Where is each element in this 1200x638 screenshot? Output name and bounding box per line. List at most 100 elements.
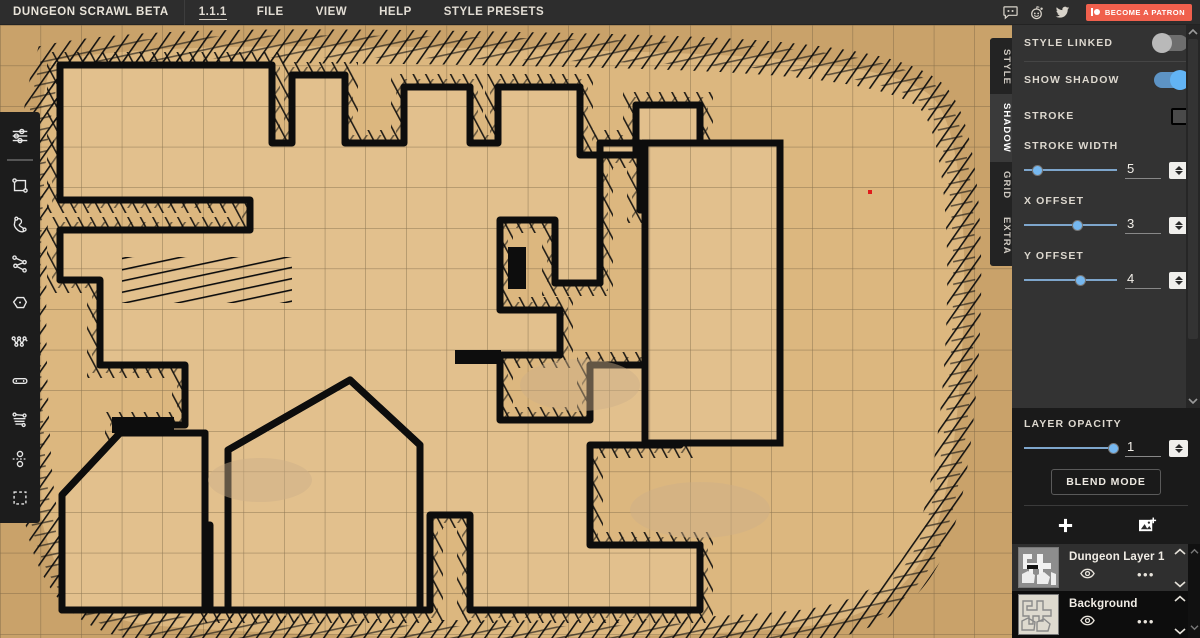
add-layer-button[interactable] (1052, 514, 1078, 536)
layer-name: Dungeon Layer 1 (1069, 551, 1165, 563)
discord-icon[interactable] (998, 0, 1024, 25)
stroke-width-value[interactable]: 5 (1125, 161, 1161, 179)
eye-icon (1080, 615, 1095, 626)
layers-scroll-up-arrow[interactable] (1188, 544, 1200, 558)
tool-rectangle[interactable] (3, 168, 37, 203)
tool-path[interactable] (3, 246, 37, 281)
menu-style-presets[interactable]: STYLE PRESETS (428, 0, 560, 25)
layer-opacity-section: LAYER OPACITY 1 BLEND MODE (1012, 408, 1200, 544)
layer-opacity-slider[interactable] (1024, 441, 1119, 455)
tab-grid[interactable]: GRID (990, 162, 1012, 209)
blob-icon (13, 216, 27, 232)
style-linked-row: STYLE LINKED (1024, 25, 1188, 61)
style-linked-label: STYLE LINKED (1024, 37, 1114, 49)
show-shadow-toggle[interactable] (1154, 70, 1190, 90)
layer-opacity-value[interactable]: 1 (1125, 439, 1161, 457)
stroke-width-slider[interactable] (1024, 163, 1117, 177)
layer-thumbnail (1018, 547, 1059, 588)
menu-help[interactable]: HELP (363, 0, 428, 25)
tool-freehand[interactable] (3, 207, 37, 242)
tool-polygon[interactable] (3, 285, 37, 320)
stroke-label: STROKE (1024, 110, 1075, 122)
add-image-icon (1138, 517, 1156, 531)
dungeon-map[interactable] (0, 25, 1012, 638)
layer-opacity-stepper[interactable] (1169, 439, 1188, 457)
cursor-marker (868, 190, 872, 194)
menu-view[interactable]: VIEW (300, 0, 363, 25)
layer-more-button[interactable]: ••• (1137, 615, 1155, 628)
layer-move-up-button[interactable] (1174, 590, 1186, 608)
layer-actions-row (1024, 505, 1188, 544)
blend-mode-button[interactable]: BLEND MODE (1051, 469, 1161, 495)
layers-scrollbar[interactable] (1188, 544, 1200, 638)
chevron-down-icon (1174, 580, 1186, 587)
become-a-patron-button[interactable]: BECOME A PATRON (1085, 3, 1192, 21)
polygon-icon (12, 296, 28, 308)
twitter-icon[interactable] (1050, 0, 1076, 25)
menu-file[interactable]: FILE (241, 0, 300, 25)
layer-visibility-toggle[interactable] (1080, 613, 1095, 631)
y-offset-value[interactable]: 4 (1125, 271, 1161, 289)
layer-move-down-button[interactable] (1174, 622, 1186, 638)
layer-info: Dungeon Layer 1 ••• (1059, 551, 1174, 584)
layer-visibility-toggle[interactable] (1080, 566, 1095, 584)
show-shadow-label: SHOW SHADOW (1024, 74, 1120, 86)
chevron-up-icon (1174, 548, 1186, 555)
x-offset-group: X OFFSET 3 (1024, 189, 1188, 234)
version-link[interactable]: 1.1.1 (185, 0, 241, 25)
layer-reorder-controls (1174, 590, 1186, 638)
eye-icon (1080, 568, 1095, 579)
show-shadow-row: SHOW SHADOW (1024, 62, 1190, 98)
panel-scrollbar[interactable] (1186, 25, 1200, 408)
rectangle-icon (12, 177, 28, 193)
dungeon-scrawl-app: DUNGEON SCRAWL BETA 1.1.1 FILE VIEW HELP… (0, 0, 1200, 638)
layer-row-background[interactable]: Background ••• (1012, 591, 1200, 638)
tool-palette (0, 112, 40, 523)
x-offset-slider[interactable] (1024, 218, 1117, 232)
polyline-icon (12, 254, 27, 273)
tool-door[interactable] (3, 363, 37, 398)
tool-pillars[interactable] (3, 441, 37, 476)
y-offset-group: Y OFFSET 4 (1024, 244, 1188, 289)
stroke-width-label: STROKE WIDTH (1024, 140, 1119, 152)
x-offset-value[interactable]: 3 (1125, 216, 1161, 234)
shadow-settings-scroll-region: STYLE LINKED SHOW SHADOW STROKE STROKE W… (1012, 25, 1200, 408)
rubble-band (122, 257, 292, 303)
layers-list: Dungeon Layer 1 ••• Background ••• (1012, 544, 1200, 638)
style-linked-toggle[interactable] (1152, 33, 1188, 53)
scrollbar-thumb[interactable] (1188, 39, 1198, 339)
chevron-up-icon (1174, 595, 1186, 602)
y-offset-slider[interactable] (1024, 273, 1117, 287)
map-canvas[interactable] (0, 25, 1012, 638)
tab-extra[interactable]: EXTRA (990, 208, 1012, 264)
panel-tabs: STYLE SHADOW GRID EXTRA (990, 38, 1012, 266)
layers-scroll-down-arrow[interactable] (1188, 620, 1200, 634)
scroll-down-arrow[interactable] (1186, 394, 1200, 408)
stroke-row: STROKE (1024, 98, 1188, 134)
scroll-up-arrow[interactable] (1186, 25, 1200, 39)
pillars-icon (12, 450, 28, 467)
tool-corridor[interactable] (3, 324, 37, 359)
toolbar-divider (7, 159, 33, 161)
tab-shadow[interactable]: SHADOW (990, 94, 1012, 162)
stairs-icon (12, 411, 27, 427)
branching-icon (11, 335, 28, 347)
properties-panel: STYLE LINKED SHOW SHADOW STROKE STROKE W… (1012, 25, 1200, 638)
tool-stairs[interactable] (3, 402, 37, 437)
layer-thumbnail (1018, 594, 1059, 635)
reddit-icon[interactable] (1024, 0, 1050, 25)
patron-label: BECOME A PATRON (1104, 7, 1185, 17)
layer-name: Background (1069, 598, 1138, 610)
tool-settings[interactable] (3, 118, 37, 153)
tab-style[interactable]: STYLE (990, 40, 1012, 95)
layer-row-dungeon-layer-1[interactable]: Dungeon Layer 1 ••• (1012, 544, 1200, 591)
layer-more-button[interactable]: ••• (1137, 568, 1155, 581)
layer-info: Background ••• (1059, 598, 1174, 631)
tool-select[interactable] (3, 480, 37, 515)
room-east (641, 139, 784, 447)
app-title: DUNGEON SCRAWL BETA (13, 6, 169, 18)
add-image-layer-button[interactable] (1134, 514, 1160, 536)
plus-icon (1058, 518, 1072, 532)
layer-move-up-button[interactable] (1174, 544, 1186, 561)
y-offset-label: Y OFFSET (1024, 250, 1084, 262)
